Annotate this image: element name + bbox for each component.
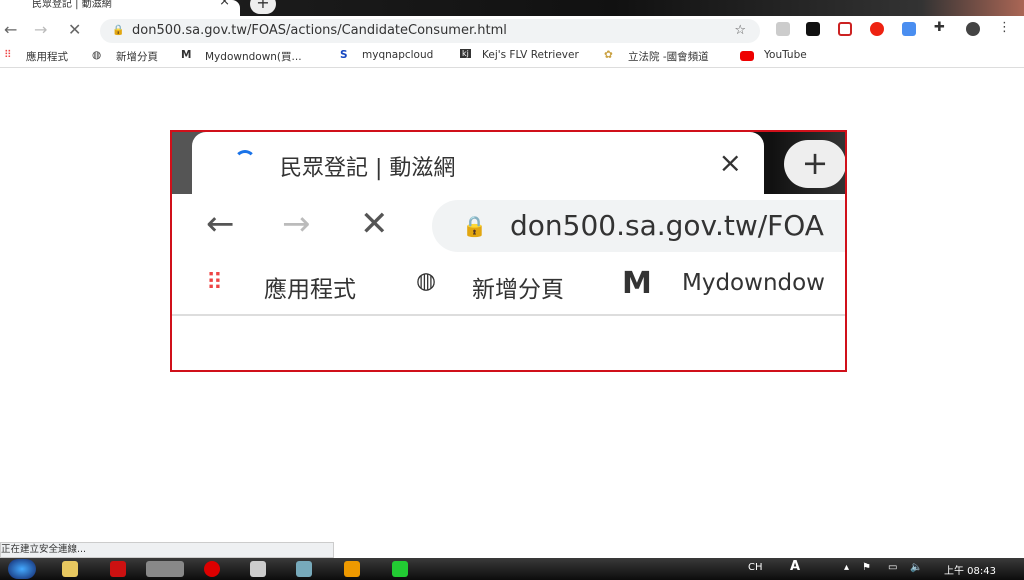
callout-bookmark-mydowndown: Mydowndow: [682, 270, 825, 296]
zoomed-callout: 民眾登記 | 動滋網 × + ← → ✕ 🔒 don500.sa.gov.tw/…: [170, 130, 847, 372]
callout-tab-strip: 民眾登記 | 動滋網 × +: [172, 132, 845, 194]
callout-url: don500.sa.gov.tw/FOA: [510, 209, 824, 242]
toolbar: ← → ✕ 🔒 don500.sa.gov.tw/FOAS/actions/Ca…: [0, 16, 1024, 44]
download-extension-icon[interactable]: [776, 22, 790, 36]
flag-icon[interactable]: ⚑: [862, 562, 871, 573]
menu-icon[interactable]: ⋮: [998, 20, 1012, 35]
ime-mode-icon[interactable]: A: [790, 559, 800, 574]
profile-icon[interactable]: [966, 22, 980, 36]
callout-tab-title: 民眾登記 | 動滋網: [280, 156, 456, 181]
bookmark-myqnapcloud[interactable]: myqnapcloud: [362, 49, 433, 61]
callout-apps-icon: ⠿: [206, 270, 223, 296]
new-tab-button[interactable]: +: [250, 0, 276, 14]
video-speed-icon[interactable]: [870, 22, 884, 36]
clock[interactable]: 上午 08:43: [944, 562, 996, 577]
line-icon[interactable]: [392, 561, 408, 577]
explorer-icon[interactable]: [62, 561, 78, 577]
bookmark-youtube[interactable]: YouTube: [764, 49, 807, 61]
loading-spinner-icon: [234, 150, 256, 172]
callout-lock-icon: 🔒: [462, 214, 487, 238]
callout-bookmark-apps: 應用程式: [264, 277, 356, 303]
lock-icon: 🔒: [112, 25, 125, 36]
status-bar: 正在建立安全連線...: [0, 542, 334, 558]
notes-icon[interactable]: [296, 561, 312, 577]
opera-icon[interactable]: [204, 561, 220, 577]
chrome-taskbar-icon[interactable]: [146, 561, 184, 577]
network-icon[interactable]: ▭: [888, 562, 897, 573]
callout-globe-icon: ◍: [416, 268, 437, 294]
qnap-icon: S: [340, 49, 348, 61]
url-text: don500.sa.gov.tw/FOAS/actions/CandidateC…: [132, 23, 507, 38]
callout-close-icon: ×: [718, 146, 742, 179]
video-extension-icon[interactable]: [838, 22, 852, 36]
legislature-icon: ✿: [604, 49, 613, 61]
ime-indicator[interactable]: CH: [748, 562, 763, 573]
bookmark-mydowndown[interactable]: Mydowndown(買...: [205, 49, 302, 64]
m-logo-icon: M: [181, 49, 192, 61]
globe-icon: ◍: [92, 49, 102, 61]
bookmarks-bar: ⠿ 應用程式 ◍ 新增分頁 M Mydowndown(買... S myqnap…: [0, 44, 1024, 68]
callout-tab: 民眾登記 | 動滋網 ×: [192, 132, 764, 194]
forward-icon[interactable]: →: [34, 20, 47, 39]
callout-forward-icon: →: [282, 204, 311, 244]
callout-stop-icon: ✕: [360, 204, 389, 244]
bookmark-star-icon[interactable]: ☆: [734, 19, 746, 43]
taskbar: CH A ▴ ⚑ ▭ 🔈 上午 08:43: [0, 558, 1024, 580]
close-tab-icon[interactable]: ×: [219, 0, 230, 8]
extension-icon[interactable]: [806, 22, 820, 36]
stop-icon[interactable]: ✕: [68, 20, 81, 39]
media-player-icon[interactable]: [344, 561, 360, 577]
callout-back-icon: ←: [206, 204, 235, 244]
callout-bookmarks: ⠿ 應用程式 ◍ 新增分頁 M Mydowndow: [172, 264, 845, 316]
translate-icon[interactable]: [902, 22, 916, 36]
tab-title: 民眾登記 | 動滋網: [32, 0, 112, 10]
app-icon[interactable]: [250, 561, 266, 577]
apps-icon: ⠿: [4, 49, 12, 61]
start-button[interactable]: [8, 559, 36, 579]
address-bar[interactable]: 🔒 don500.sa.gov.tw/FOAS/actions/Candidat…: [100, 19, 760, 43]
browser-tab[interactable]: 民眾登記 | 動滋網 ×: [0, 0, 240, 16]
back-icon[interactable]: ←: [4, 20, 17, 39]
volume-icon[interactable]: 🔈: [910, 562, 922, 573]
extensions-puzzle-icon[interactable]: ✚: [934, 20, 948, 35]
callout-address-bar: 🔒 don500.sa.gov.tw/FOA: [432, 200, 845, 252]
youtube-icon: [740, 51, 754, 61]
callout-m-icon: M: [622, 266, 652, 301]
filezilla-icon[interactable]: [110, 561, 126, 577]
bookmark-new-tab[interactable]: 新增分頁: [116, 49, 158, 64]
callout-bookmark-new-tab: 新增分頁: [472, 277, 564, 303]
tray-expand-icon[interactable]: ▴: [844, 562, 849, 573]
bookmark-apps[interactable]: 應用程式: [26, 49, 68, 64]
tab-strip: 民眾登記 | 動滋網 × +: [0, 0, 1024, 16]
callout-new-tab-icon: +: [784, 140, 845, 188]
bookmark-kej[interactable]: Kej's FLV Retriever: [482, 49, 579, 61]
kej-icon: kj: [460, 49, 471, 58]
bookmark-legislature[interactable]: 立法院 -國會頻道: [628, 49, 709, 64]
